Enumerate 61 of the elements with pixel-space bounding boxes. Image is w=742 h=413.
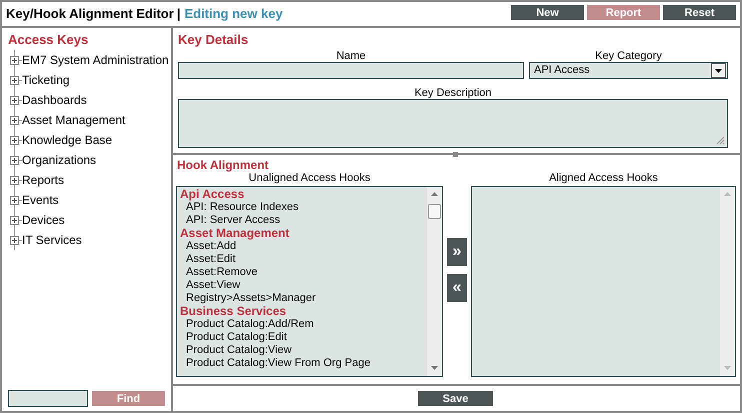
list-item[interactable]: API: Server Access — [180, 214, 427, 227]
find-field[interactable] — [8, 390, 88, 407]
field-label: Name — [336, 49, 366, 62]
tree-item[interactable]: Asset Management — [22, 111, 126, 129]
panel-title: Access Keys — [7, 31, 90, 48]
tree-item[interactable]: Dashboards — [22, 91, 87, 109]
expand-icon[interactable] — [10, 156, 19, 164]
window-subtitle: Editing new key — [184, 5, 283, 24]
list-item[interactable]: API: Resource Indexes — [180, 201, 427, 214]
tree-item[interactable]: Organizations — [22, 151, 96, 169]
list-item[interactable]: Product Catalog:Add/Rem — [180, 318, 427, 331]
window-title: Key/Hook Alignment Editor — [6, 5, 174, 24]
scroll-thumb[interactable] — [428, 204, 441, 219]
list-item[interactable]: Asset:Edit — [180, 253, 427, 266]
expand-icon[interactable] — [10, 176, 19, 184]
scroll-up-icon[interactable] — [431, 192, 438, 196]
expand-icon[interactable] — [10, 196, 19, 204]
toolbar-button[interactable]: Reset — [663, 4, 736, 20]
expand-icon[interactable] — [10, 236, 19, 244]
tree-item[interactable]: EM7 System Administration — [22, 51, 169, 69]
name-field[interactable] — [178, 62, 524, 79]
tree-item[interactable]: IT Services — [22, 231, 82, 249]
list-item[interactable]: Asset:Add — [180, 240, 427, 253]
expand-icon[interactable] — [10, 216, 19, 224]
toolbar-button[interactable]: New — [511, 4, 584, 20]
expand-icon[interactable] — [10, 56, 19, 64]
field-label: Key Description — [414, 86, 492, 99]
list-label: Unaligned Access Hooks — [248, 172, 370, 184]
splitter-handle[interactable] — [453, 152, 458, 157]
tree-item[interactable]: Devices — [22, 211, 65, 229]
list-item[interactable]: Asset:Remove — [180, 266, 427, 279]
tree-item[interactable]: Events — [22, 191, 59, 209]
category-dropdown[interactable]: API Access — [529, 62, 728, 79]
list-label: Aligned Access Hooks — [549, 172, 658, 184]
section-title: Key Details — [178, 31, 250, 46]
expand-icon[interactable] — [10, 96, 19, 104]
add-hook-button[interactable]: » — [447, 238, 467, 266]
expand-icon[interactable] — [10, 136, 19, 144]
field-label: Key Category — [595, 49, 662, 62]
list-group-header: Business Services — [180, 305, 288, 318]
title-separator: | — [176, 5, 180, 24]
list-item[interactable]: Product Catalog:View — [180, 344, 427, 357]
list-group-header: Api Access — [180, 188, 246, 201]
tree-item[interactable]: Knowledge Base — [22, 131, 112, 149]
scroll-down-icon[interactable] — [431, 366, 438, 370]
unaligned-hooks-list[interactable] — [176, 186, 443, 377]
list-item[interactable]: Product Catalog:View From Org Page — [180, 357, 427, 370]
expand-icon[interactable] — [10, 76, 19, 84]
section-title: Hook Alignment — [176, 159, 270, 172]
description-field[interactable] — [178, 99, 728, 148]
list-item[interactable]: Asset:View — [180, 279, 427, 292]
scrollbar[interactable] — [427, 187, 442, 376]
save-button[interactable]: Save — [418, 391, 493, 406]
tree-item[interactable]: Ticketing — [22, 71, 70, 89]
list-item[interactable]: Registry>Assets>Manager — [180, 292, 427, 305]
remove-hook-button[interactable]: « — [447, 274, 467, 302]
tree-item[interactable]: Reports — [22, 171, 64, 189]
list-group-header: Asset Management — [180, 227, 290, 240]
expand-icon[interactable] — [10, 116, 19, 124]
resize-grip-icon — [716, 136, 725, 145]
list-item[interactable]: Product Catalog:Edit — [180, 331, 427, 344]
